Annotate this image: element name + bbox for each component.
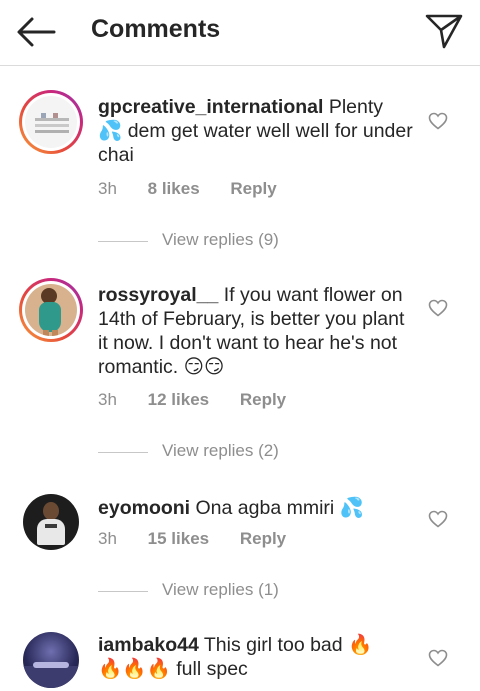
comment-time: 3h [98, 390, 117, 409]
comment-time: 3h [98, 179, 117, 198]
avatar[interactable] [23, 494, 79, 550]
sweat-droplets-emoji: 💦 [98, 119, 123, 142]
reply-button[interactable]: Reply [240, 529, 286, 549]
comment-username[interactable]: eyomooni [98, 497, 190, 519]
replies-divider [98, 241, 148, 242]
heart-icon[interactable] [428, 649, 448, 667]
likes-count[interactable]: 12 likes [148, 390, 209, 410]
paper-plane-icon[interactable] [424, 12, 464, 50]
replies-divider [98, 452, 148, 453]
comment-time: 3h [98, 529, 117, 548]
comment-username[interactable]: iambako44 [98, 634, 199, 656]
comment-meta: 3h 15 likes Reply [98, 529, 286, 549]
fire-emoji: 🔥🔥🔥 [98, 657, 171, 680]
comment-meta: 3h 12 likes Reply [98, 390, 286, 410]
comment-text: gpcreative_international Plenty 💦 dem ge… [98, 96, 413, 166]
replies-divider [98, 591, 148, 592]
avatar[interactable] [23, 632, 79, 688]
reply-button[interactable]: Reply [240, 390, 286, 410]
view-replies-label[interactable]: View replies (9) [162, 230, 279, 250]
comment-username[interactable]: gpcreative_international [98, 96, 323, 118]
view-replies-label[interactable]: View replies (2) [162, 441, 279, 461]
comment-text: eyomooni Ona agba mmiri 💦 [98, 496, 364, 519]
comment-username[interactable]: rossyroyal__ [98, 284, 218, 306]
likes-count[interactable]: 15 likes [148, 529, 209, 549]
sweat-droplets-emoji: 💦 [339, 496, 364, 519]
view-replies-label[interactable]: View replies (1) [162, 580, 279, 600]
heart-icon[interactable] [428, 112, 448, 130]
arrow-left-icon[interactable] [14, 14, 58, 50]
comments-header: Comments [0, 0, 480, 66]
likes-count[interactable]: 8 likes [148, 179, 200, 199]
fire-emoji: 🔥 [348, 633, 373, 656]
heart-icon[interactable] [428, 510, 448, 528]
comment-text: rossyroyal__ If you want flower on 14th … [98, 284, 405, 378]
heart-icon[interactable] [428, 299, 448, 317]
avatar[interactable] [19, 90, 83, 154]
smirk-emoji: 😏😏 [183, 355, 225, 378]
comment-meta: 3h 8 likes Reply [98, 179, 277, 199]
comment-text: iambako44 This girl too bad 🔥 🔥🔥🔥 full s… [98, 633, 373, 680]
reply-button[interactable]: Reply [230, 179, 276, 199]
avatar[interactable] [19, 278, 83, 342]
page-title: Comments [91, 15, 221, 43]
